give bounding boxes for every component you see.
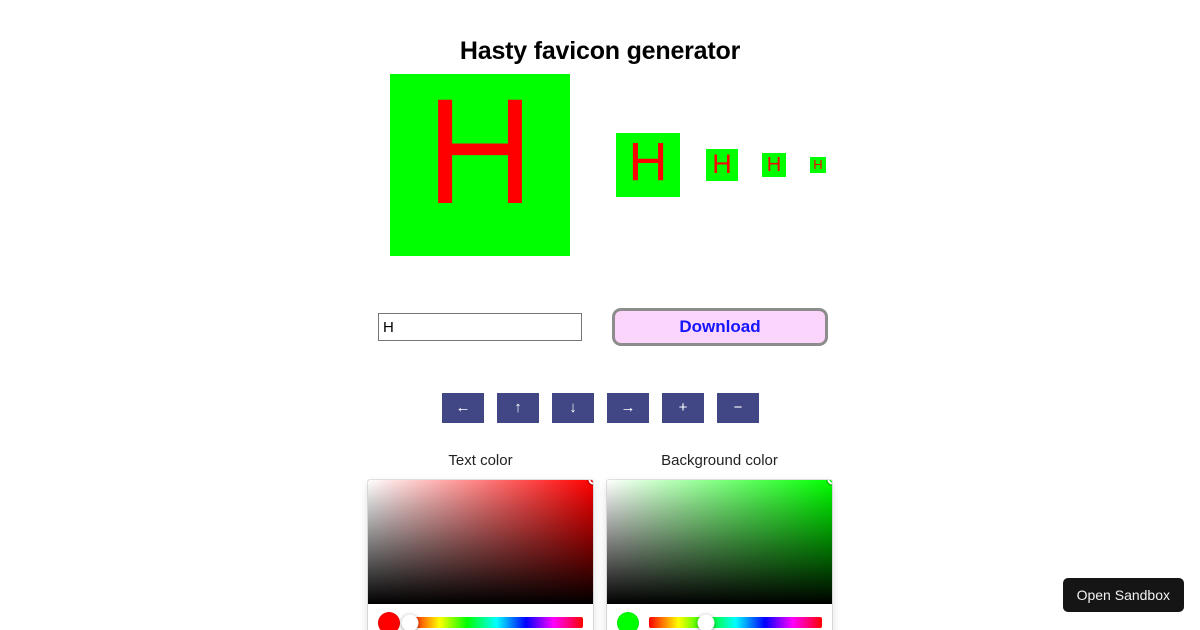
text-saturation-area[interactable] (368, 480, 593, 604)
favicon-letter-24: H (767, 154, 781, 176)
color-pickers: Text color Background color (0, 452, 1200, 630)
increase-size-button[interactable]: + (662, 393, 704, 423)
text-hue-slider[interactable] (401, 614, 583, 630)
favicon-preview-64: H (616, 133, 680, 197)
favicon-preview-32: H (706, 149, 738, 181)
favicon-preview-row: H H H H H (390, 74, 826, 256)
background-color-label: Background color (661, 452, 778, 469)
background-hue-handle[interactable] (697, 614, 715, 630)
favicon-preview-180: H (390, 74, 570, 256)
favicon-letter-16: H (813, 157, 822, 172)
background-saturation-area[interactable] (607, 480, 832, 604)
background-color-panel (607, 480, 832, 630)
favicon-canvas-16: H (810, 157, 826, 173)
move-right-button[interactable]: → (607, 393, 649, 423)
open-sandbox-button[interactable]: Open Sandbox (1062, 578, 1184, 612)
favicon-preview-16: H (810, 157, 826, 173)
favicon-text-input[interactable] (378, 313, 582, 341)
favicon-letter-64: H (629, 133, 668, 192)
favicon-canvas-32: H (706, 149, 738, 181)
download-button[interactable]: Download (612, 308, 828, 346)
app-root: Hasty favicon generator H H H H H H Down… (0, 0, 1200, 630)
controls-row: Download (0, 308, 1200, 347)
favicon-canvas-24: H (762, 153, 786, 177)
text-color-picker: Text color (368, 452, 593, 630)
favicon-canvas-180: H (390, 74, 570, 256)
text-color-panel (368, 480, 593, 630)
favicon-canvas-64: H (616, 133, 680, 197)
favicon-preview-24: H (762, 153, 786, 177)
background-picker-controls (607, 604, 832, 630)
background-color-swatch (617, 612, 639, 630)
move-left-button[interactable]: ← (442, 393, 484, 423)
text-color-swatch (378, 612, 400, 630)
text-color-label: Text color (448, 452, 513, 469)
background-color-picker: Background color (607, 452, 832, 630)
move-down-button[interactable]: ↓ (552, 393, 594, 423)
nudge-button-row: ← ↑ ↓ → + − (442, 393, 759, 423)
decrease-size-button[interactable]: − (717, 393, 759, 423)
background-hue-slider[interactable] (649, 614, 822, 630)
text-hue-handle[interactable] (401, 614, 419, 630)
text-picker-controls (368, 604, 593, 630)
favicon-letter-180: H (426, 74, 534, 235)
text-saturation-black-layer (368, 480, 593, 604)
move-up-button[interactable]: ↑ (497, 393, 539, 423)
favicon-letter-32: H (712, 149, 732, 179)
background-saturation-black-layer (607, 480, 832, 604)
page-title: Hasty favicon generator (459, 36, 741, 65)
